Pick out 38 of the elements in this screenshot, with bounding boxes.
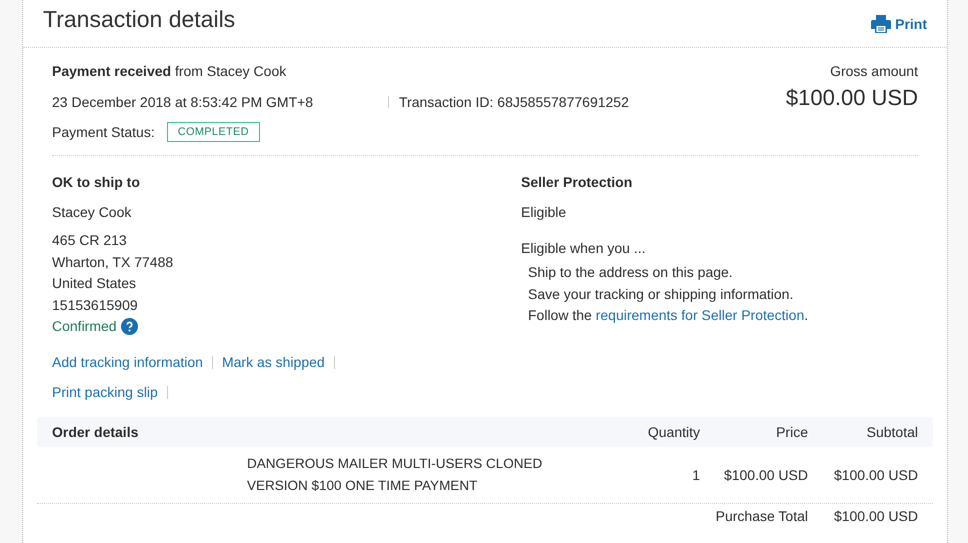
payment-headline: Payment received from Stacey Cook [52,63,286,79]
column-header: Subtotal [866,424,918,440]
column-header: Order details [52,424,140,440]
action-link[interactable]: Mark as shipped [222,354,325,370]
column-header: Price [775,424,808,440]
address-line: 465 CR 213 [52,231,128,250]
page-title: Transaction details [43,6,236,33]
help-icon[interactable] [120,318,138,335]
recipient-name: Stacey Cook [52,204,132,220]
address-line: 15153615909 [52,296,139,314]
print-button[interactable]: Print [871,14,927,34]
address-line: Wharton, TX 77488 [52,252,174,272]
confirmed-text: Confirmed [52,317,117,336]
gross-label: Gross amount [830,63,918,79]
table-cell-text: 1 [691,467,700,483]
action-link[interactable]: Add tracking information [52,354,203,370]
protection-status: Eligible [521,204,568,220]
table-cell-text: $100.00 USD [832,467,918,483]
table-cell-text: $100.00 USD [722,467,808,483]
column-header: Quantity [646,424,700,440]
requirements-link[interactable]: requirements for Seller Protection [596,307,804,323]
condition-text: Follow the requirements for Seller Protection. [528,306,810,325]
transaction-id: Transaction ID: 68J58557877691252 [399,94,629,110]
condition-text: Save your tracking or shipping information. [528,284,794,304]
gross-amount: $100.00 USD [786,85,918,111]
section-heading: OK to ship to [52,174,141,190]
status-badge: COMPLETED [166,122,260,142]
transaction-date: 23 December 2018 at 8:53:42 PM GMT+8 [52,94,314,110]
action-link[interactable]: Print packing slip [52,384,158,400]
total-amount: $100.00 USD [832,508,918,524]
total-label: Purchase Total [716,508,808,524]
condition-text: Ship to the address on this page. [528,263,734,282]
address-line: United States [52,274,138,293]
item-description: DANGEROUS MAILER MULTI-USERS CLONED VERSION $100 ONE TIME PAYMENT [247,455,544,495]
printer-icon [871,14,892,34]
section-heading: Seller Protection [521,174,634,190]
eligibility-intro: Eligible when you ... [521,240,647,256]
status-label: Payment Status: [52,124,155,140]
